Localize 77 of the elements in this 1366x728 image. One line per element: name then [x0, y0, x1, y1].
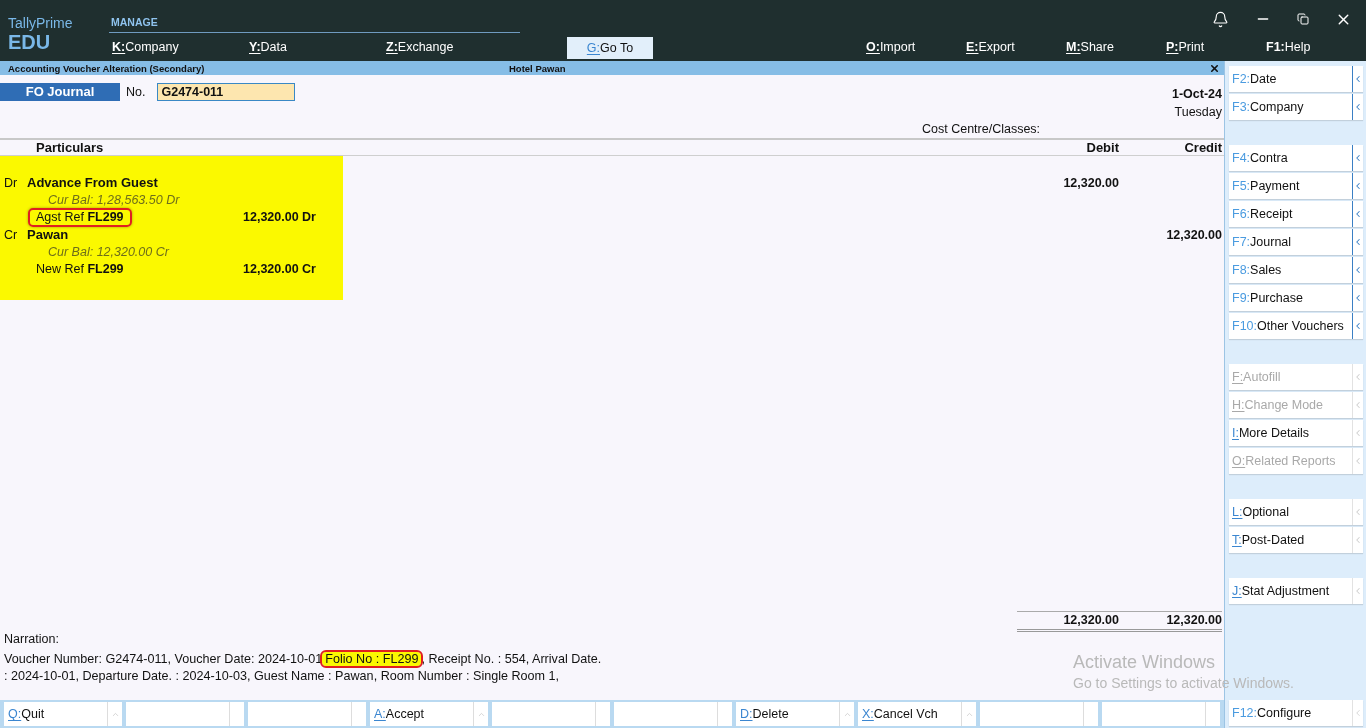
bill-reference: Agst Ref FL299	[28, 207, 132, 227]
activation-notice-title: Activate Windows	[1073, 651, 1217, 673]
sidebar-button[interactable]: I:More Details	[1229, 420, 1363, 446]
current-balance: Cur Bal: 1,28,563.50 Dr	[47, 192, 180, 207]
credit-total: 12,320.00	[1166, 613, 1222, 628]
product-name: TallyPrime	[8, 15, 74, 31]
dr-cr-label: Cr	[3, 227, 19, 242]
bottom-action-button[interactable]: Q:Quit	[4, 702, 122, 726]
configure-button[interactable]: F12:Configure	[1229, 700, 1363, 726]
debit-amount: 12,320.00	[1063, 175, 1119, 190]
sidebar-button[interactable]: L:Optional	[1229, 499, 1363, 525]
menu-item[interactable]: Z:Exchange	[386, 38, 454, 56]
bottom-action-button[interactable]: X:Cancel Vch	[858, 702, 976, 726]
screen-title: Accounting Voucher Alteration (Secondary)	[8, 62, 206, 74]
reference-amount: 12,320.00 Cr	[243, 262, 317, 277]
chevron-left-icon	[1352, 173, 1363, 199]
weekday: Tuesday	[1174, 104, 1222, 121]
menu-item[interactable]: P:Print	[1166, 38, 1266, 56]
chevron-left-icon	[1352, 420, 1363, 446]
column-header: Debit	[1086, 140, 1119, 155]
chevron-left-icon	[1352, 94, 1363, 120]
narration-label: Narration:	[4, 631, 59, 647]
voucher-date: 1-Oct-24	[1171, 86, 1222, 103]
sidebar-button[interactable]: F8:Sales	[1229, 257, 1363, 283]
reference-amount: 12,320.00 Dr	[243, 210, 317, 225]
sidebar-button[interactable]: T:Post-Dated	[1229, 527, 1363, 553]
chevron-left-icon	[1352, 527, 1363, 553]
menu-item[interactable]: O:Import	[866, 38, 966, 56]
voucher-number-field[interactable]: G2474-011	[157, 83, 296, 101]
chevron-left-icon	[1352, 257, 1363, 283]
bottom-action-button[interactable]: D:Delete	[736, 702, 854, 726]
column-header: Credit	[1184, 140, 1222, 155]
menu-heading: MANAGE	[110, 15, 158, 29]
current-balance: Cur Bal: 12,320.00 Cr	[47, 244, 169, 259]
edition-label: EDU	[8, 31, 52, 53]
dr-cr-label: Dr	[3, 175, 19, 190]
sidebar-button[interactable]: F2:Date	[1229, 66, 1363, 92]
credit-amount: 12,320.00	[1166, 227, 1222, 242]
notification-bell-icon[interactable]	[1212, 10, 1229, 28]
chevron-left-icon	[1352, 392, 1363, 418]
company-name: Hotel Pawan	[509, 62, 567, 74]
menu-item[interactable]: E:Export	[966, 38, 1066, 56]
chevron-left-icon	[1352, 313, 1363, 339]
sidebar-button[interactable]: J:Stat Adjustment	[1229, 578, 1363, 604]
column-header: Particulars	[35, 140, 104, 155]
chevron-left-icon	[1352, 145, 1363, 171]
sidebar-button[interactable]: F3:Company	[1229, 94, 1363, 120]
close-icon[interactable]	[1209, 62, 1220, 74]
menu-item[interactable]: F1:Help	[1266, 38, 1366, 56]
chevron-left-icon	[1352, 700, 1363, 726]
chevron-left-icon	[1352, 285, 1363, 311]
chevron-left-icon	[1352, 201, 1363, 227]
sidebar-button[interactable]: F6:Receipt	[1229, 201, 1363, 227]
chevron-left-icon	[1352, 448, 1363, 474]
chevron-left-icon	[1352, 499, 1363, 525]
sidebar-button[interactable]: F7:Journal	[1229, 229, 1363, 255]
chevron-left-icon	[1352, 364, 1363, 390]
restore-icon[interactable]	[1297, 13, 1309, 25]
chevron-left-icon	[1352, 229, 1363, 255]
sidebar-button[interactable]: F9:Purchase	[1229, 285, 1363, 311]
menu-item[interactable]: K:Company	[112, 38, 179, 56]
sidebar-button[interactable]: F10:Other Vouchers	[1229, 313, 1363, 339]
number-label: No.	[126, 84, 146, 101]
debit-total: 12,320.00	[1063, 613, 1119, 628]
menu-item[interactable]: M:Share	[1066, 38, 1166, 56]
sidebar-button[interactable]: F4:Contra	[1229, 145, 1363, 171]
voucher-type: FO Journal	[0, 83, 120, 101]
goto-button[interactable]: G:Go To	[567, 37, 653, 59]
ledger-name: Advance From Guest	[27, 175, 158, 191]
sidebar-button[interactable]: F5:Payment	[1229, 173, 1363, 199]
chevron-left-icon	[1352, 66, 1363, 92]
cost-centre-label: Cost Centre/Classes:	[922, 122, 1041, 138]
ledger-name: Pawan	[27, 227, 69, 243]
bill-reference: New Ref FL299	[35, 260, 125, 278]
menu-item[interactable]: Y:Data	[249, 38, 287, 56]
chevron-left-icon	[1352, 578, 1363, 604]
bottom-action-button[interactable]: A:Accept	[370, 702, 488, 726]
